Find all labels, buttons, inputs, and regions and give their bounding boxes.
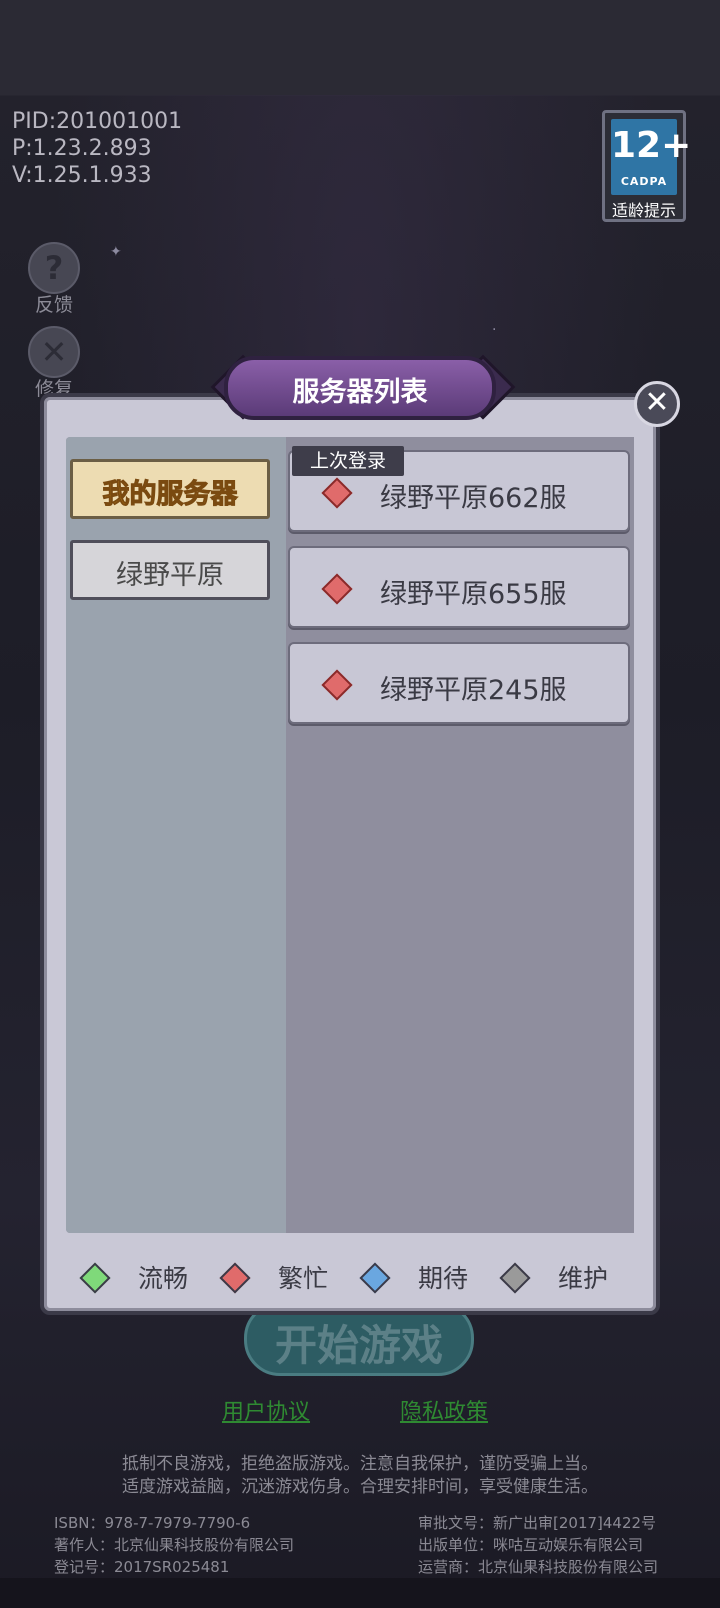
close-icon: ✕ [644,385,670,420]
dialog-title-plate: 服务器列表 [224,356,496,420]
star-decoration: · [492,322,497,338]
busy-status-icon [321,573,353,605]
age-rating-tip: 适龄提示 [611,201,676,220]
health-notice-line: 适度游戏益脑，沉迷游戏伤身。合理安排时间，享受健康生活。 [122,1477,598,1497]
feedback-label: 反馈 [34,294,73,316]
privacy-policy-link[interactable]: 隐私政策 [400,1394,488,1426]
repair-button[interactable]: ✕ 修复 [26,326,82,401]
p-version-text: P:1.23.2.893 [12,136,152,161]
registration-text: 登记号：2017SR025481 [54,1558,230,1576]
star-decoration: ✦ [110,244,122,260]
pid-text: PID:201001001 [12,109,183,134]
server-name: 绿野平原655服 [380,579,567,610]
age-rating-box: 12+ CADPA [611,119,692,195]
repair-icon: ✕ [28,326,80,378]
status-bar-area [0,0,720,95]
start-game-label: 开始游戏 [274,1321,443,1370]
tab-green-plains[interactable]: 绿野平原 [70,540,270,600]
help-icon: ? [28,242,80,294]
v-version-text: V:1.25.1.933 [12,163,152,188]
health-notice-line: 抵制不良游戏，拒绝盗版游戏。注意自我保护，谨防受骗上当。 [122,1454,598,1474]
legend-label: 维护 [558,1264,609,1293]
server-item[interactable]: 绿野平原655服 [288,546,630,628]
age-rating-number: 12+ [611,125,692,166]
tab-my-servers[interactable]: 我的服务器 [70,459,270,519]
server-name: 绿野平原245服 [380,675,567,706]
approval-number-text: 审批文号：新广出审[2017]4422号 [418,1514,657,1532]
tab-my-servers-label: 我的服务器 [102,479,238,511]
age-rating-badge[interactable]: 12+ CADPA 适龄提示 [602,110,692,222]
nav-bar-area [0,1578,720,1608]
legend-label: 期待 [418,1264,469,1293]
legend-label: 繁忙 [278,1264,329,1293]
feedback-button[interactable]: ? 反馈 [26,242,82,317]
legend-label: 流畅 [138,1264,189,1293]
author-text: 著作人：北京仙果科技股份有限公司 [54,1536,295,1554]
busy-status-icon [321,477,353,509]
close-button[interactable]: ✕ [634,381,680,427]
server-name: 绿野平原662服 [380,483,567,514]
version-info: PID:201001001 P:1.23.2.893 V:1.25.1.933 [12,108,182,189]
tab-green-plains-label: 绿野平原 [116,560,224,591]
busy-status-icon [321,669,353,701]
last-login-tag: 上次登录 [292,446,404,476]
operator-text: 运营商：北京仙果科技股份有限公司 [418,1558,659,1576]
isbn-text: ISBN：978-7-7979-7790-6 [54,1514,251,1532]
publisher-text: 出版单位：咪咕互动娱乐有限公司 [418,1536,644,1554]
server-item[interactable]: 绿野平原245服 [288,642,630,724]
user-agreement-link[interactable]: 用户协议 [222,1394,310,1426]
dialog-title: 服务器列表 [292,377,428,408]
age-rating-org: CADPA [620,175,668,188]
